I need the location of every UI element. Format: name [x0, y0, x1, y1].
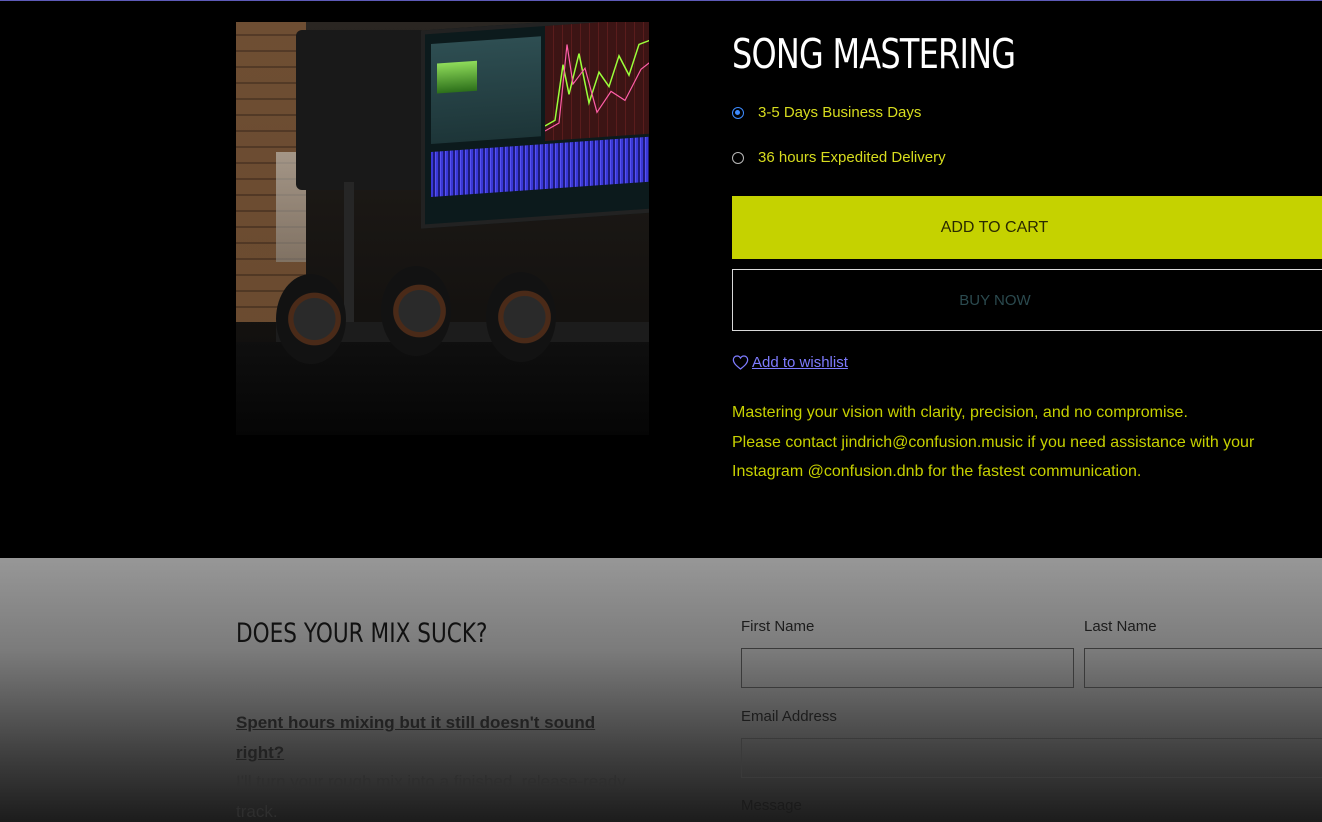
first-name-label: First Name [741, 618, 815, 635]
wishlist-label: Add to wishlist [752, 354, 848, 371]
contact-section [0, 558, 1322, 822]
heart-icon [732, 355, 749, 370]
add-to-wishlist-link[interactable]: Add to wishlist [732, 354, 848, 371]
photo-headphones-3 [486, 272, 556, 362]
pitch-body: I'll turn your rough mix into a finished… [236, 772, 626, 821]
photo-speaker [296, 30, 426, 190]
photo-monitor [421, 22, 649, 229]
product-title: SONG MASTERING [732, 30, 1016, 78]
product-image[interactable] [236, 22, 649, 435]
description-line: Please contact jindrich@confusion.music … [732, 433, 1255, 451]
buy-now-label: BUY NOW [959, 291, 1031, 309]
add-to-cart-label: ADD TO CART [940, 218, 1049, 236]
delivery-option-expedited[interactable]: 36 hours Expedited Delivery [732, 149, 946, 166]
radio-checked-icon[interactable] [732, 106, 744, 119]
photo-headphones-2 [381, 266, 451, 356]
message-label: Message [741, 797, 802, 814]
radio-unchecked-icon[interactable] [732, 151, 744, 164]
description-line: Instagram @confusion.dnb for the fastest… [732, 463, 1142, 480]
last-name-label: Last Name [1084, 618, 1157, 635]
delivery-option-label: 36 hours Expedited Delivery [758, 149, 946, 166]
photo-spectrum-curve [545, 37, 649, 132]
first-name-input[interactable] [741, 648, 1074, 688]
photo-stand [344, 182, 354, 332]
description-line: Mastering your vision with clarity, prec… [732, 404, 1188, 421]
email-input[interactable] [741, 738, 1322, 778]
photo-headphones-1 [276, 274, 346, 364]
pitch-headline: Spent hours mixing but it still doesn't … [236, 713, 596, 762]
add-to-cart-button[interactable]: ADD TO CART [732, 196, 1322, 259]
photo-waveform [431, 135, 649, 197]
last-name-input[interactable] [1084, 648, 1322, 688]
email-label: Email Address [741, 708, 837, 725]
product-description: Mastering your vision with clarity, prec… [732, 398, 1322, 487]
contact-heading: DOES YOUR MIX SUCK? [236, 618, 488, 649]
product-page: SONG MASTERING 3-5 Days Business Days 36… [0, 0, 1322, 822]
photo-level-meters [437, 60, 477, 94]
top-divider [0, 0, 1322, 1]
buy-now-button[interactable]: BUY NOW [732, 269, 1322, 331]
delivery-option-label: 3-5 Days Business Days [758, 104, 922, 121]
delivery-option-standard[interactable]: 3-5 Days Business Days [732, 104, 921, 121]
